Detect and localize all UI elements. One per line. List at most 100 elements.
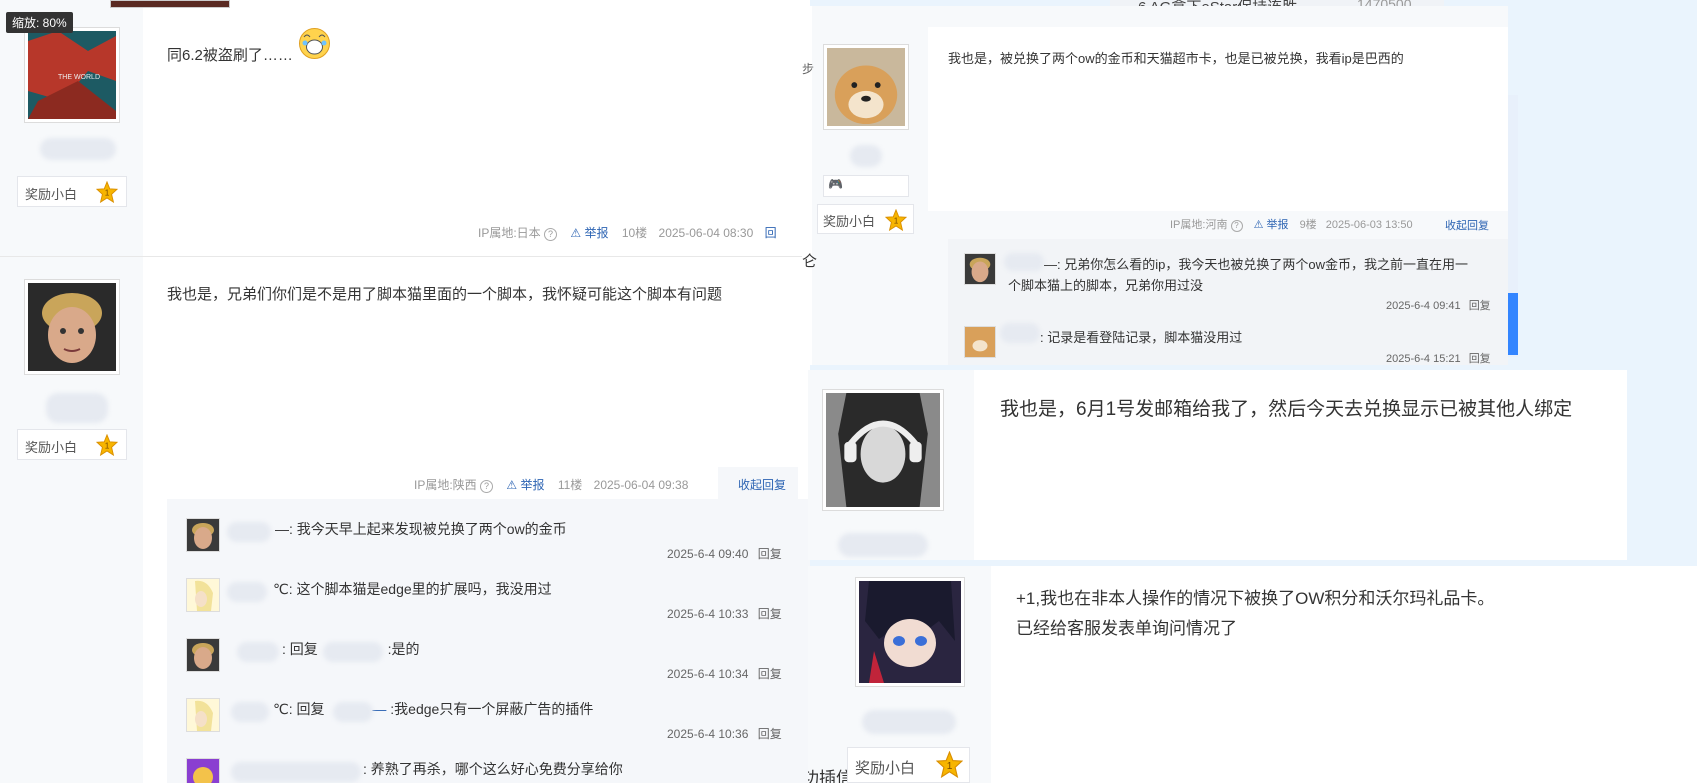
blurred-username <box>838 533 928 557</box>
reward-badge[interactable]: 奖励小白 1 <box>17 429 127 460</box>
reply-time: 2025-6-4 10:33 <box>667 607 749 621</box>
reply-time: 2025-6-4 09:41 <box>1386 300 1461 312</box>
post-meta: IP属地:日本 ? ⚠ 举报 10楼 2025-06-04 08:30 回 <box>478 224 777 241</box>
reply-time: 2025-6-4 09:40 <box>667 547 749 561</box>
avatar[interactable] <box>186 578 220 612</box>
post-divider <box>0 256 810 257</box>
reply-meta: 2025-6-4 09:40 回复 <box>667 545 782 562</box>
report-link[interactable]: ⚠ 举报 <box>1254 219 1289 231</box>
right-screenshot-2: 功插信 奖励小白 1 +1,我也在非本人操作的情况下被换了OW积分和沃尔玛礼品卡… <box>808 566 1697 783</box>
reply-link[interactable]: 回 <box>765 226 777 240</box>
collapse-replies-link[interactable]: 收起回复 <box>1445 217 1489 233</box>
ip-location: IP属地:河南 <box>1170 219 1228 231</box>
avatar-image <box>972 340 988 352</box>
avatar-image <box>826 393 940 507</box>
level-star-icon: 1 <box>936 751 963 778</box>
level-star-icon: 1 <box>885 209 907 231</box>
avatar-image <box>28 283 116 371</box>
svg-text:1: 1 <box>947 761 953 772</box>
svg-text:1: 1 <box>105 189 110 198</box>
avatar[interactable] <box>823 44 909 130</box>
blurred-username <box>231 702 269 722</box>
avatar-image <box>969 257 991 283</box>
blurred-username <box>231 762 361 782</box>
avatar-image <box>195 700 213 731</box>
reply-time: 2025-6-4 15:21 <box>1386 353 1461 365</box>
reply-button[interactable]: 回复 <box>758 607 782 621</box>
post-content: 我也是，6月1号发邮箱给我了，然后今天去兑换显示已被其他人绑定 <box>1000 399 1573 420</box>
badge-label: 奖励小白 <box>855 760 916 777</box>
avatar-image <box>192 643 214 669</box>
avatar-image <box>192 523 214 549</box>
ip-location: IP属地:日本 <box>478 226 541 240</box>
reply-button[interactable]: 回复 <box>758 667 782 681</box>
left-screenshot: THE WORLD 奖励小白 1 同6.2被盗刷了…… IP属地:日本 ? ⚠ … <box>0 0 810 783</box>
avatar[interactable] <box>964 326 996 358</box>
post-time: 2025-06-03 13:50 <box>1325 219 1413 231</box>
avatar[interactable] <box>186 638 220 672</box>
report-link[interactable]: ⚠ 举报 <box>506 478 544 492</box>
zoom-indicator: 缩放: 80% <box>6 12 73 33</box>
reply-button[interactable]: 回复 <box>1469 300 1491 312</box>
reply-text: : 养熟了再杀，哪个这么好心免费分享给你 <box>363 761 623 777</box>
avatar[interactable] <box>964 253 996 285</box>
avatar-image: THE WORLD <box>28 31 116 119</box>
floor-number: 9楼 <box>1299 219 1317 231</box>
avatar[interactable] <box>24 279 120 375</box>
reply-to-link[interactable]: — <box>372 701 386 717</box>
blurred-username <box>237 642 279 662</box>
floor-number: 10楼 <box>621 226 648 240</box>
blurred-username <box>1000 323 1040 343</box>
post-meta: IP属地:陕西 ? ⚠ 举报 11楼 2025-06-04 09:38 <box>414 476 688 493</box>
help-icon: ? <box>480 480 494 493</box>
blurred-username <box>850 145 882 167</box>
reward-badge[interactable]: 奖励小白 1 <box>817 204 914 234</box>
edge-text-fragment: 仑 <box>802 253 818 270</box>
post-time: 2025-06-04 09:38 <box>593 478 689 492</box>
blurred-username <box>862 710 956 734</box>
sub-replies: —: 我今天早上起来发现被兑换了两个ow的金币 2025-6-4 09:40 回… <box>167 499 810 783</box>
edge-text-fragment: 步 <box>802 62 815 76</box>
avatar-image <box>195 580 213 611</box>
avatar-image <box>193 767 213 783</box>
right-screenshot-1: 我也是，6月1号发邮箱给我了，然后今天去兑换显示已被其他人绑定 <box>808 370 1627 560</box>
avatar[interactable]: THE WORLD <box>24 27 120 123</box>
avatar-image <box>827 48 905 126</box>
avatar[interactable] <box>186 758 220 783</box>
reply-text-line2: 个脚本猫上的脚本，兄弟你用过没 <box>1008 278 1204 293</box>
reply-meta: 2025-6-4 10:34 回复 <box>667 665 782 682</box>
post-content: 我也是，被兑换了两个ow的金币和天猫超市卡，也是已被兑换，我看ip是巴西的 <box>948 51 1404 66</box>
reply-text: : 记录是看登陆记录，脚本猫没用过 <box>1040 330 1243 345</box>
prev-avatar-fragment <box>110 0 230 8</box>
blurred-username <box>227 582 267 602</box>
post-meta: IP属地:河南 ? ⚠ 举报 9楼 2025-06-03 13:50 <box>1170 216 1413 232</box>
reply-button[interactable]: 回复 <box>758 547 782 561</box>
reward-badge[interactable]: 奖励小白 1 <box>847 747 970 783</box>
collapse-replies-tab[interactable]: 收起回复 <box>718 467 798 499</box>
reply-button[interactable]: 回复 <box>758 727 782 741</box>
help-icon: ? <box>544 228 558 241</box>
level-star-icon: 1 <box>96 181 118 203</box>
gamepad-icon: 🎮 <box>828 177 843 191</box>
svg-text:1: 1 <box>105 442 110 451</box>
avatar[interactable] <box>186 698 220 732</box>
collapse-replies-link[interactable]: 收起回复 <box>738 476 786 493</box>
blurred-username <box>227 522 271 542</box>
floor-number: 11楼 <box>557 478 583 492</box>
avatar[interactable] <box>855 577 965 687</box>
reply-button[interactable]: 回复 <box>1469 353 1491 365</box>
post-time: 2025-06-04 08:30 <box>658 226 754 240</box>
svg-text:THE WORLD: THE WORLD <box>58 74 100 81</box>
ip-location: IP属地:陕西 <box>414 478 477 492</box>
avatar[interactable] <box>822 389 944 511</box>
reply-meta: 2025-6-4 09:41 回复 <box>1386 297 1491 313</box>
post-content: 同6.2被盗刷了…… <box>167 47 293 64</box>
reward-badge[interactable]: 奖励小白 1 <box>17 176 127 207</box>
report-link[interactable]: ⚠ 举报 <box>570 226 608 240</box>
reply-text: —: 兄弟你怎么看的ip，我今天也被兑换了两个ow金币，我之前一直在用一 <box>1044 257 1468 272</box>
game-medal: 🎮 <box>823 175 909 197</box>
post-content: 我也是，兄弟们你们是不是用了脚本猫里面的一个脚本，我怀疑可能这个脚本有问题 <box>167 286 723 303</box>
avatar[interactable] <box>186 518 220 552</box>
avatar-image <box>859 581 961 683</box>
blurred-username <box>333 702 373 722</box>
